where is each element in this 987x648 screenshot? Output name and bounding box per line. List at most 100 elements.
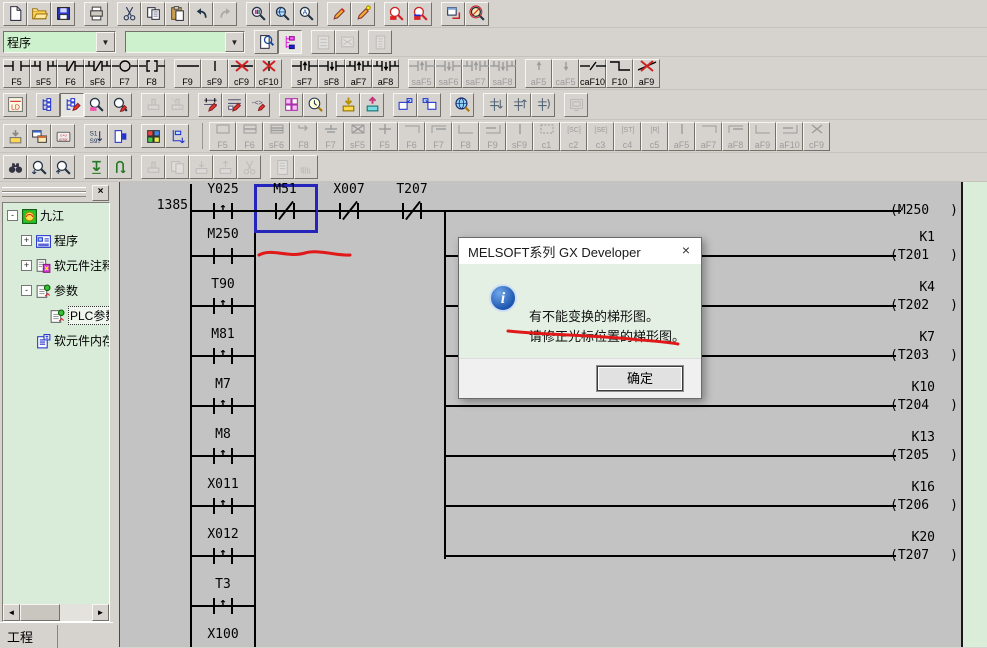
note-edit-button[interactable]: -<> — [246, 93, 270, 117]
chevron-down-icon[interactable]: ▼ — [96, 32, 115, 52]
program-check-button[interactable] — [141, 93, 165, 117]
ladder-symbol-fkey-button[interactable]: cF9 — [228, 59, 255, 88]
find-string-button[interactable]: A — [294, 2, 318, 26]
sfc-symbol-fkey-button[interactable]: aF8 — [722, 122, 749, 151]
tree-item[interactable]: PLC参数 — [3, 303, 109, 328]
read-mode-button[interactable] — [36, 93, 60, 117]
delete-column-button[interactable] — [213, 155, 237, 179]
ladder-symbol-fkey-button[interactable]: saF5 — [408, 59, 435, 88]
step-transition-button[interactable]: S1S9↓ — [84, 124, 108, 148]
sfc-symbol-fkey-button[interactable]: F5 — [371, 122, 398, 151]
tree-expander-icon[interactable]: + — [21, 260, 32, 271]
ladder-symbol-fkey-button[interactable]: sF7 — [291, 59, 318, 88]
device-use-list-button[interactable] — [408, 2, 432, 26]
sfc-symbol-fkey-button[interactable]: sF5 — [344, 122, 371, 151]
write-to-plc-button[interactable] — [336, 93, 360, 117]
scrollbar-thumb[interactable] — [20, 604, 60, 621]
new-project-button[interactable] — [3, 2, 27, 26]
macro-registration-button[interactable] — [311, 30, 335, 54]
ladder-symbol-fkey-button[interactable]: cF10 — [255, 59, 282, 88]
sfc-symbol-fkey-button[interactable]: F5 — [209, 122, 236, 151]
sfc-symbol-fkey-button[interactable]: F8 — [290, 122, 317, 151]
ladder-symbol-fkey-button[interactable]: aF8 — [372, 59, 399, 88]
device-comment-edit-button[interactable] — [327, 2, 351, 26]
find-device-button[interactable] — [270, 2, 294, 26]
print-button[interactable] — [84, 2, 108, 26]
sfc-symbol-fkey-button[interactable]: F6 — [236, 122, 263, 151]
comment-display-button[interactable] — [254, 30, 278, 54]
scroll-left-icon[interactable]: ◄ — [3, 604, 20, 621]
ladder-contact[interactable]: M81 — [192, 323, 254, 369]
tree-item[interactable]: + 软元件注释 — [3, 253, 109, 278]
panel-grip[interactable] — [2, 192, 86, 197]
insert-row-button[interactable] — [141, 155, 165, 179]
project-data-window-button[interactable] — [441, 2, 465, 26]
ladder-contact[interactable]: M250 — [192, 223, 254, 269]
paste-button[interactable] — [165, 2, 189, 26]
tree-item[interactable]: - 参数 — [3, 278, 109, 303]
ladder-contact[interactable]: X100 — [192, 623, 254, 647]
program-check-zoom-button[interactable] — [465, 2, 489, 26]
device-monitor-button[interactable] — [303, 93, 327, 117]
redo-button[interactable] — [213, 2, 237, 26]
tree-expander-icon[interactable]: - — [7, 210, 18, 221]
open-project-button[interactable] — [27, 2, 51, 26]
ladder-symbol-fkey-button[interactable]: sF5 — [30, 59, 57, 88]
tree-item[interactable]: 软元件内存 — [3, 328, 109, 353]
sfc-symbol-fkey-button[interactable]: sF6 — [263, 122, 290, 151]
cross-reference-button[interactable] — [384, 2, 408, 26]
new-edit-button[interactable] — [351, 2, 375, 26]
ladder-contact[interactable]: M7 — [192, 373, 254, 419]
ladder-symbol-fkey-button[interactable]: saF8 — [489, 59, 516, 88]
error-jump-button[interactable]: ε+υerror — [51, 124, 75, 148]
line-jump-button[interactable] — [84, 155, 108, 179]
tree-item[interactable]: - 九江 — [3, 203, 109, 228]
ladder-symbol-fkey-button[interactable]: saF6 — [435, 59, 462, 88]
ladder-contact[interactable]: T207 — [381, 182, 443, 224]
copy-window-button[interactable] — [27, 124, 51, 148]
ladder-symbol-fkey-button[interactable]: sF8 — [318, 59, 345, 88]
sfc-symbol-fkey-button[interactable]: F6 — [398, 122, 425, 151]
undo-button[interactable] — [189, 2, 213, 26]
find-button[interactable] — [246, 2, 270, 26]
sfc-symbol-fkey-button[interactable]: [ST]c4 — [614, 122, 641, 151]
monitor-write-mode-button[interactable] — [108, 93, 132, 117]
zoom-source-window-button[interactable] — [393, 93, 417, 117]
ladder-symbol-fkey-button[interactable]: aF7 — [345, 59, 372, 88]
ladder-contact[interactable]: X007 — [318, 182, 380, 224]
dialog-titlebar[interactable]: MELSOFT系列 GX Developer × — [459, 238, 701, 264]
sfc-symbol-fkey-button[interactable]: F7 — [425, 122, 452, 151]
statement-edit-button[interactable] — [222, 93, 246, 117]
sfc-symbol-fkey-button[interactable]: F7 — [317, 122, 344, 151]
call-jump-button[interactable] — [108, 155, 132, 179]
sort-block-button[interactable] — [165, 124, 189, 148]
drag-mode-button[interactable] — [294, 155, 318, 179]
ladder-symbol-fkey-button[interactable]: caF5 — [552, 59, 579, 88]
comment-edit-button[interactable] — [198, 93, 222, 117]
sfc-symbol-fkey-button[interactable]: F8 — [452, 122, 479, 151]
device-memory-button[interactable] — [279, 93, 303, 117]
set-value-button-2[interactable] — [507, 93, 531, 117]
set-value-button-3[interactable] — [531, 93, 555, 117]
tree-expander-icon[interactable]: - — [21, 285, 32, 296]
macro-utilize-button[interactable] — [335, 30, 359, 54]
monitor-start-button[interactable] — [450, 93, 474, 117]
ladder-contact[interactable]: M8 — [192, 423, 254, 469]
ok-button[interactable]: 确定 — [597, 366, 683, 391]
ladder-symbol-fkey-button[interactable]: F7 — [111, 59, 138, 88]
close-icon[interactable]: × — [671, 238, 701, 264]
ladder-symbol-fkey-button[interactable]: sF9 — [201, 59, 228, 88]
ladder-symbol-fkey-button[interactable]: caF10 — [579, 59, 606, 88]
tree-expander-icon[interactable]: + — [21, 235, 32, 246]
sfc-symbol-fkey-button[interactable]: c1 — [533, 122, 560, 151]
download-program-button[interactable] — [3, 124, 27, 148]
tab-project[interactable]: 工程 — [7, 627, 33, 646]
panel-close-button[interactable]: × — [92, 185, 109, 201]
cut-button[interactable] — [117, 2, 141, 26]
write-mode-button[interactable] — [60, 93, 84, 117]
ladder-symbol-fkey-button[interactable]: F5 — [3, 59, 30, 88]
ladder-contact[interactable]: X012 — [192, 523, 254, 569]
ladder-symbol-fkey-button[interactable]: sF6 — [84, 59, 111, 88]
ladder-contact[interactable]: T3 — [192, 573, 254, 619]
copy-button[interactable] — [141, 2, 165, 26]
